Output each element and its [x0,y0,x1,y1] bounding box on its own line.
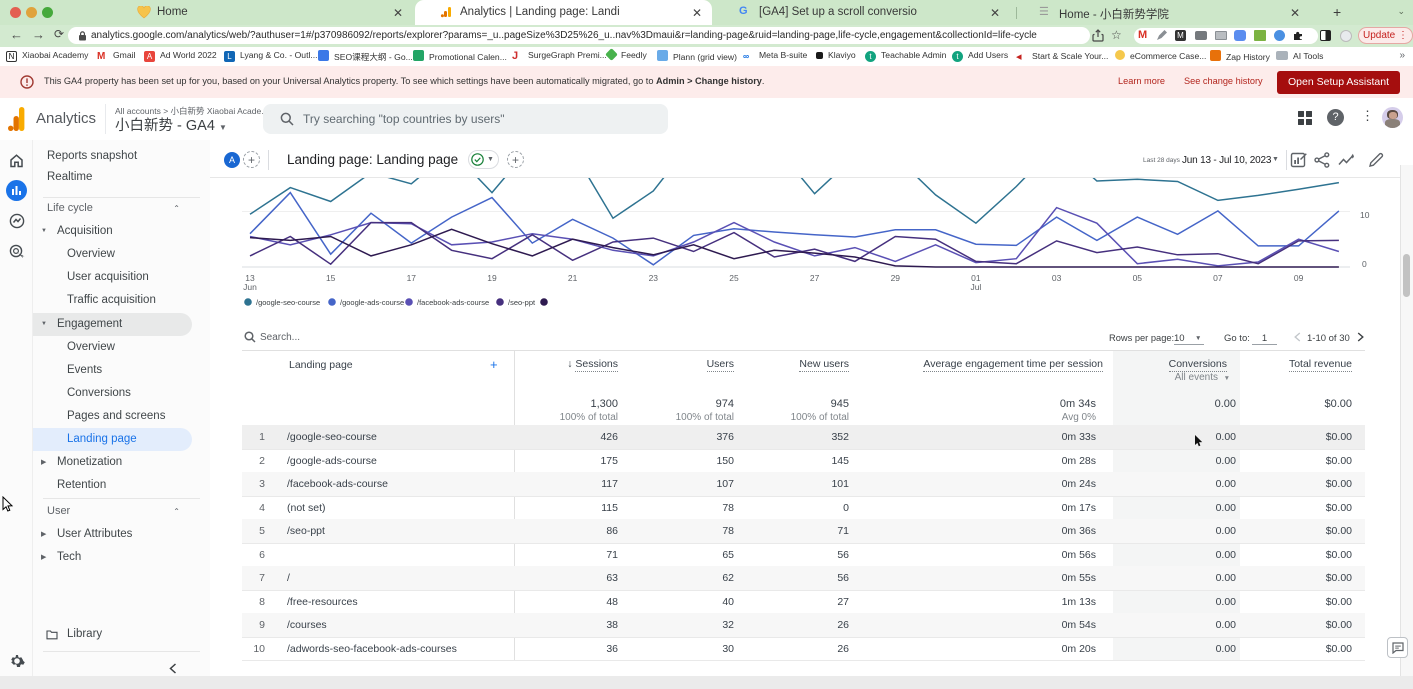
svg-text:07: 07 [1213,273,1223,283]
svg-text:Jul: Jul [970,282,981,292]
svg-text:10: 10 [1360,210,1370,220]
svg-text:/google-seo-course: /google-seo-course [256,298,320,307]
svg-text:19: 19 [487,273,497,283]
svg-text:0: 0 [1362,259,1367,269]
svg-text:03: 03 [1052,273,1062,283]
svg-text:/google-ads-course: /google-ads-course [340,298,404,307]
svg-text:15: 15 [326,273,336,283]
svg-text:Jun: Jun [243,282,257,292]
svg-text:27: 27 [810,273,820,283]
svg-text:09: 09 [1294,273,1304,283]
svg-text:17: 17 [407,273,417,283]
svg-text:/facebook-ads-course: /facebook-ads-course [417,298,489,307]
svg-text:29: 29 [891,273,901,283]
svg-text:25: 25 [729,273,739,283]
svg-text:05: 05 [1133,273,1143,283]
svg-text:23: 23 [649,273,659,283]
svg-text:/seo-ppt: /seo-ppt [508,298,536,307]
svg-text:21: 21 [568,273,578,283]
